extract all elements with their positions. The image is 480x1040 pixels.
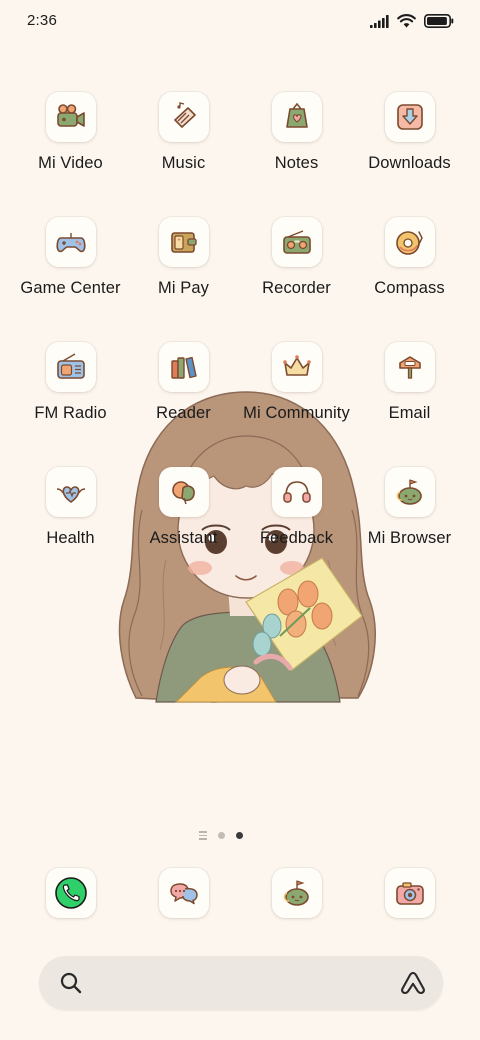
app-email[interactable]: Email [353,342,466,467]
app-label: Mi Video [38,154,103,172]
notes-icon[interactable] [271,92,322,142]
dock [14,868,466,918]
camera-icon[interactable] [384,868,435,918]
crown-icon[interactable] [271,342,322,392]
app-label: FM Radio [34,404,107,422]
app-label: Downloads [368,154,451,172]
app-game-center[interactable]: Game Center [14,217,127,342]
dock-browser[interactable] [240,868,353,918]
app-label: Email [388,404,431,422]
app-feedback[interactable]: Feedback [240,467,353,592]
app-mi-community[interactable]: Mi Community [240,342,353,467]
dock-phone[interactable] [14,868,127,918]
video-camera-icon[interactable] [45,92,96,142]
heart-icon[interactable] [45,467,96,517]
mailbox-icon[interactable] [384,342,435,392]
app-compass[interactable]: Compass [353,217,466,342]
app-notes[interactable]: Notes [240,92,353,217]
app-label: Game Center [20,279,121,297]
app-label: Mi Browser [367,529,452,547]
app-label: Compass [374,279,445,297]
app-assistant[interactable]: Assistant [127,467,240,592]
battery-icon [424,14,454,28]
dock-camera[interactable] [353,868,466,918]
app-label: Reader [156,404,211,422]
app-mi-pay[interactable]: Mi Pay [127,217,240,342]
signal-icon [370,14,389,28]
status-icons [370,12,454,30]
books-icon[interactable] [158,342,209,392]
gamepad-icon[interactable] [45,217,96,267]
wifi-icon [397,14,416,28]
app-fm-radio[interactable]: FM Radio [14,342,127,467]
radio-icon[interactable] [45,342,96,392]
search-bar[interactable] [39,956,443,1010]
app-mi-browser[interactable]: Mi Browser [353,467,466,592]
assistant-icon[interactable] [158,467,209,517]
app-downloads[interactable]: Downloads [353,92,466,217]
app-grid: Mi Video Music Notes Downloads Game Cent… [14,92,466,592]
music-icon[interactable] [158,92,209,142]
page-dot-2-active [236,832,243,839]
phone-icon[interactable] [45,868,96,918]
app-label: Notes [274,154,319,172]
status-time: 2:36 [27,12,57,29]
app-label: Health [46,529,95,547]
app-reader[interactable]: Reader [127,342,240,467]
app-label: Recorder [262,279,331,297]
app-label: Feedback [259,529,334,547]
app-label: Music [161,154,206,172]
messages-icon[interactable] [158,868,209,918]
feed-page-indicator-icon [199,831,207,842]
dock-messages[interactable] [127,868,240,918]
page-indicator[interactable] [199,830,249,842]
app-music[interactable]: Music [127,92,240,217]
recorder-icon[interactable] [271,217,322,267]
app-mi-video[interactable]: Mi Video [14,92,127,217]
home-screen: 2:36 Mi Video Music Notes Downloads Game… [0,0,480,1040]
compass-icon[interactable] [384,217,435,267]
app-label: Mi Community [243,404,350,422]
app-label: Mi Pay [157,279,210,297]
browser-icon[interactable] [384,467,435,517]
search-icon[interactable] [59,971,83,1000]
page-dot-1 [218,832,225,839]
headphones-icon[interactable] [271,467,322,517]
app-health[interactable]: Health [14,467,127,592]
assistant-triangle-icon[interactable] [399,970,427,1001]
wallet-icon[interactable] [158,217,209,267]
status-bar: 2:36 [0,0,480,44]
app-recorder[interactable]: Recorder [240,217,353,342]
app-label: Assistant [149,529,218,547]
download-icon[interactable] [384,92,435,142]
browser-icon[interactable] [271,868,322,918]
